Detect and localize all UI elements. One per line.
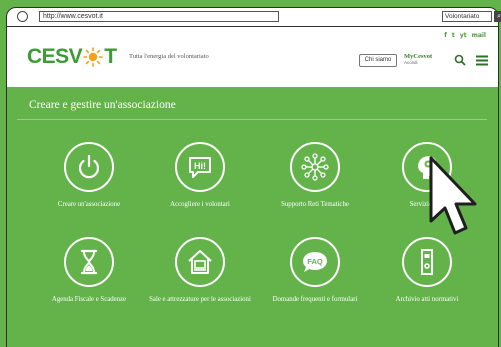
service-circle [64,237,114,287]
service-item-reti[interactable]: Supporto Reti Tematiche [255,142,375,209]
browser-search-input[interactable]: Volontariato [442,11,492,22]
binder-icon [421,249,433,275]
window-button[interactable] [17,11,28,22]
mouse-pointer-icon [429,156,477,235]
service-circle [402,237,452,287]
logo-text-right: T [104,45,117,68]
speech-bubble-hi-icon: Hi! [189,157,211,178]
service-label: Archivio atti normativi [395,296,459,303]
divider [17,119,487,120]
service-item-agenda[interactable]: Agenda Fiscale e Scadenze [29,237,149,304]
service-item-volontari[interactable]: Hi! Accogliere i volontari [140,142,260,209]
hourglass-icon [80,249,98,275]
browser-frame: http://www.cesvot.it Volontariato ⌕ f t … [0,0,501,347]
cesvot-logo[interactable]: CESV T [27,45,117,69]
service-label: Agenda Fiscale e Scadenze [51,296,127,303]
service-item-archivio[interactable]: Archivio atti normativi [367,237,487,304]
service-label: Domande frequenti e formulari [272,296,358,303]
service-label: Creare un'associazione [57,201,121,208]
chi-siamo-button[interactable]: Chi siamo [359,54,397,67]
service-circle [64,142,114,192]
facebook-icon[interactable]: f [444,32,447,39]
mycesvot-label: MyCesvot [404,53,433,60]
main-content: Creare e gestire un'associazione Creare … [6,87,499,347]
search-icon[interactable] [454,54,466,66]
service-circle [290,142,340,192]
power-icon [78,154,100,179]
browser-toolbar: http://www.cesvot.it Volontariato ⌕ [6,7,501,27]
faq-bubble-icon: FAQ [303,252,327,272]
svg-text:Hi!: Hi! [194,161,206,171]
service-label: Accogliere i volontari [170,201,230,208]
service-item-sale[interactable]: Sale e attrezzature per le associazioni [140,237,260,304]
mail-icon[interactable]: mail [472,32,486,39]
service-label: Supporto Reti Tematiche [281,201,349,208]
twitter-icon[interactable]: t [452,32,455,39]
service-item-creare[interactable]: Creare un'associazione [29,142,149,209]
search-icon[interactable]: ⌕ [494,11,501,22]
social-links: f t yt mail [444,32,486,39]
house-computer-icon [188,250,212,274]
tagline: Tutta l'energia del volontariato [129,53,209,60]
service-item-faq[interactable]: FAQ Domande frequenti e formulari [255,237,375,304]
hamburger-menu-icon[interactable] [476,55,488,66]
sun-icon [83,47,103,67]
network-icon [301,153,329,181]
address-bar[interactable]: http://www.cesvot.it [39,11,279,22]
svg-text:FAQ: FAQ [307,257,323,266]
service-circle [175,237,225,287]
service-circle: FAQ [290,237,340,287]
section-title: Creare e gestire un'associazione [29,99,176,111]
mycesvot-link[interactable]: MyCesvot Accedi [404,53,432,65]
site-header: f t yt mail CESV T Tutta l'energia del v… [6,27,499,87]
youtube-icon[interactable]: yt [460,32,467,39]
mycesvot-sub: Accedi [404,60,418,65]
logo-text-left: CESV [27,45,83,68]
service-circle: Hi! [175,142,225,192]
service-label: Sale e attrezzature per le associazioni [149,296,251,303]
